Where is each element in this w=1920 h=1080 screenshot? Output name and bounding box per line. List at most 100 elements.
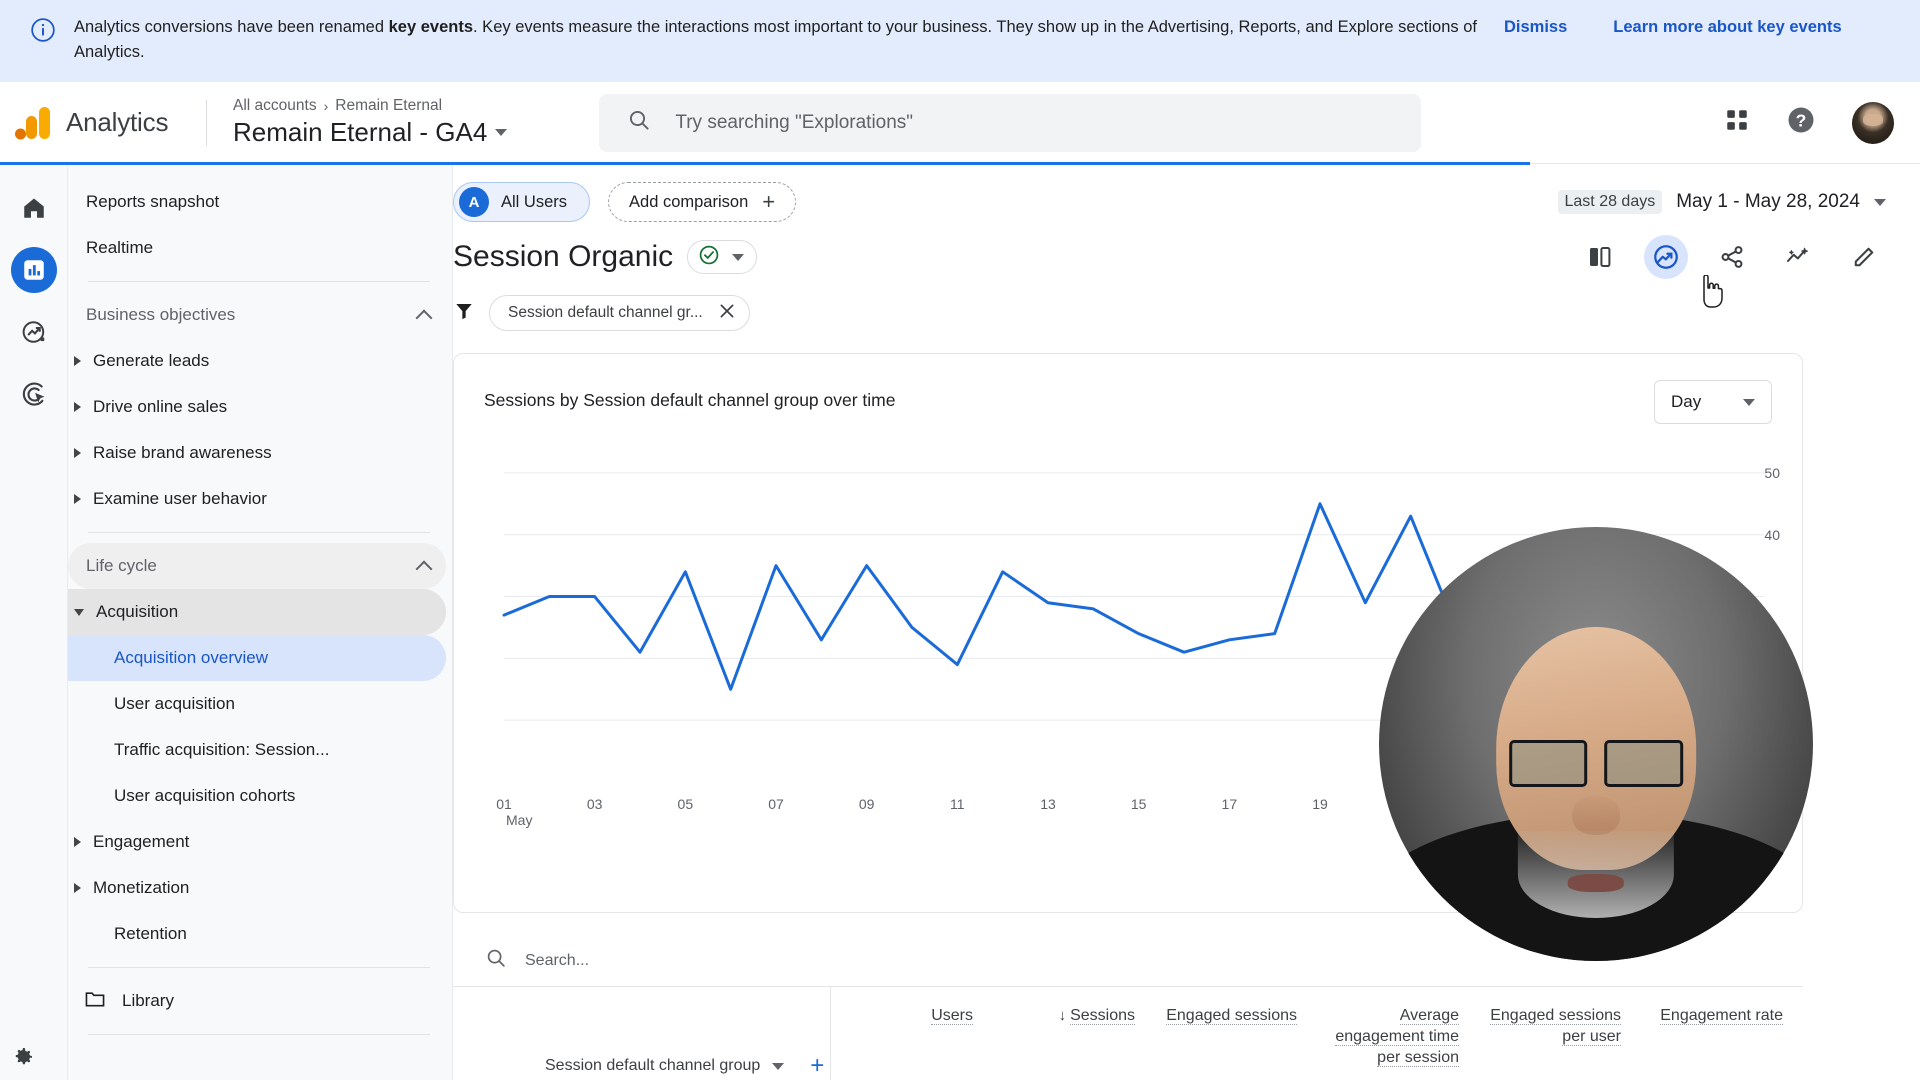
sidebar-item-retention[interactable]: Retention — [68, 911, 446, 957]
sidebar-item-reports-snapshot[interactable]: Reports snapshot — [68, 179, 388, 225]
column-header-engagement-rate[interactable]: Engagement rate — [1641, 1005, 1803, 1080]
column-header-label: Engagement rate — [1660, 1007, 1783, 1025]
date-range-selector[interactable]: Last 28 days May 1 - May 28, 2024 — [1557, 190, 1886, 214]
table-search-placeholder[interactable]: Search... — [525, 952, 589, 970]
report-navigation: Reports snapshot Realtime Business objec… — [68, 165, 453, 1080]
chevron-up-icon — [415, 309, 433, 326]
global-search-bar[interactable]: Try searching "Explorations" — [599, 93, 1422, 152]
chart-y-tick: 50 — [1764, 464, 1780, 481]
breadcrumb: All accounts › Remain Eternal — [233, 97, 507, 115]
audience-badge: A — [459, 187, 489, 217]
date-preset-tag: Last 28 days — [1557, 190, 1663, 214]
sidebar-item-user-acquisition[interactable]: User acquisition — [68, 681, 446, 727]
chart-x-axis-month: May — [506, 812, 533, 828]
webcam-nose — [1572, 796, 1620, 836]
sidebar-item-acquisition-overview[interactable]: Acquisition overview — [68, 635, 446, 681]
dismiss-button[interactable]: Dismiss — [1504, 18, 1567, 37]
granularity-value: Day — [1671, 392, 1702, 411]
home-icon[interactable] — [11, 185, 57, 231]
grid-apps-icon[interactable] — [1724, 107, 1750, 138]
webcam-lens-right — [1604, 739, 1683, 788]
chart-x-tick: 01 — [496, 796, 512, 812]
search-icon — [627, 108, 651, 137]
sidebar-item-traffic-acquisition[interactable]: Traffic acquisition: Session... — [68, 727, 446, 773]
sidebar-item-monetization[interactable]: Monetization — [68, 865, 446, 911]
sidebar-item-label: Traffic acquisition: Session... — [114, 740, 330, 759]
sidebar-item-generate-leads[interactable]: Generate leads — [68, 338, 446, 384]
chevron-right-icon — [74, 883, 81, 893]
share-icon[interactable] — [1710, 235, 1754, 279]
property-name[interactable]: Remain Eternal - GA4 — [233, 117, 508, 148]
page-title: Session Organic — [453, 240, 674, 273]
chevron-right-icon — [74, 837, 81, 847]
advertising-icon[interactable] — [11, 371, 57, 417]
breadcrumb-separator-icon: › — [323, 98, 329, 114]
account-selector[interactable]: All accounts › Remain Eternal Remain Ete… — [207, 97, 508, 148]
chevron-down-icon — [732, 253, 745, 261]
sidebar-item-drive-online-sales[interactable]: Drive online sales — [68, 384, 446, 430]
granularity-select[interactable]: Day — [1654, 380, 1772, 424]
explore-icon[interactable] — [11, 309, 57, 355]
column-header-sessions[interactable]: ↓ Sessions — [993, 1005, 1155, 1080]
chart-x-tick: 15 — [1130, 796, 1147, 812]
plus-icon[interactable]: + — [810, 1054, 824, 1078]
chevron-right-icon — [74, 402, 81, 412]
search-input-placeholder[interactable]: Try searching "Explorations" — [675, 112, 913, 134]
sidebar-item-acquisition[interactable]: Acquisition — [68, 589, 446, 635]
account-avatar[interactable] — [1852, 101, 1894, 144]
column-header-label: Users — [931, 1007, 973, 1025]
audience-pill-all-users[interactable]: A All Users — [453, 182, 591, 222]
sidebar-item-user-acquisition-cohorts[interactable]: User acquisition cohorts — [68, 773, 446, 819]
column-header-average-engagement-time-per-session[interactable]: Average engagement time per session — [1317, 1005, 1479, 1080]
sidebar-item-label: Raise brand awareness — [93, 443, 272, 462]
dimension-label: Session default channel group — [545, 1057, 761, 1074]
webcam-lens-left — [1509, 739, 1588, 788]
report-status-chip[interactable] — [687, 240, 758, 274]
sidebar-section-label: Business objectives — [86, 305, 236, 324]
folder-icon — [84, 989, 106, 1014]
column-header-users[interactable]: Users — [831, 1005, 993, 1080]
add-comparison-button[interactable]: Add comparison + — [608, 182, 797, 222]
key-events-banner: Analytics conversions have been renamed … — [0, 0, 1920, 82]
sidebar-section-life-cycle[interactable]: Life cycle — [68, 543, 446, 589]
filter-chip-session-default-channel-group[interactable]: Session default channel gr... — [489, 295, 750, 331]
sidebar-item-raise-brand-awareness[interactable]: Raise brand awareness — [68, 430, 446, 476]
banner-actions: Dismiss Learn more about key events — [1504, 14, 1842, 37]
column-header-engaged-sessions[interactable]: Engaged sessions — [1155, 1005, 1317, 1080]
column-header-label: Engaged sessions per user — [1490, 1007, 1621, 1046]
sidebar-item-engagement[interactable]: Engagement — [68, 819, 446, 865]
sidebar-item-label: Retention — [114, 924, 187, 943]
sidebar-item-examine-user-behavior[interactable]: Examine user behavior — [68, 476, 446, 522]
edit-pencil-icon[interactable] — [1842, 235, 1886, 279]
compare-bars-icon[interactable] — [1578, 235, 1622, 279]
chart-title: Sessions by Session default channel grou… — [484, 390, 896, 410]
column-header-engaged-sessions-per-user[interactable]: Engaged sessions per user — [1479, 1005, 1641, 1080]
sidebar-item-label: Acquisition overview — [114, 648, 269, 667]
learn-more-link[interactable]: Learn more about key events — [1613, 18, 1841, 37]
gear-icon[interactable] — [11, 1045, 35, 1074]
report-controls-row: A All Users Add comparison + Last 28 day… — [453, 165, 1920, 225]
sidebar-item-label: Drive online sales — [93, 397, 228, 416]
reports-icon[interactable] — [10, 247, 57, 293]
chart-x-tick: 11 — [950, 796, 965, 812]
trend-insights-icon[interactable] — [1776, 235, 1820, 279]
breadcrumb-current[interactable]: Remain Eternal — [335, 97, 442, 115]
sidebar-item-library[interactable]: Library — [68, 978, 446, 1024]
close-icon[interactable] — [719, 303, 735, 324]
sidebar-item-realtime[interactable]: Realtime — [68, 225, 388, 271]
chart-x-tick: 13 — [1040, 796, 1056, 812]
analytics-logo[interactable]: Analytics — [0, 105, 206, 141]
insights-image-icon[interactable] — [1644, 235, 1688, 279]
help-icon[interactable]: ? — [1786, 105, 1816, 140]
chevron-down-icon — [772, 1062, 785, 1070]
breadcrumb-root[interactable]: All accounts — [233, 97, 317, 115]
banner-text-bold: key events — [388, 18, 474, 36]
chart-x-tick: 17 — [1221, 796, 1238, 812]
sidebar-section-business-objectives[interactable]: Business objectives — [68, 292, 446, 338]
chart-x-tick: 19 — [1312, 796, 1328, 812]
sidebar-item-label: Acquisition — [96, 602, 179, 621]
dimension-selector[interactable]: Session default channel group + — [453, 987, 831, 1080]
chevron-down-icon — [1874, 198, 1886, 206]
sidebar-item-label: Examine user behavior — [93, 489, 267, 508]
sidebar-item-label: Engagement — [93, 832, 190, 851]
